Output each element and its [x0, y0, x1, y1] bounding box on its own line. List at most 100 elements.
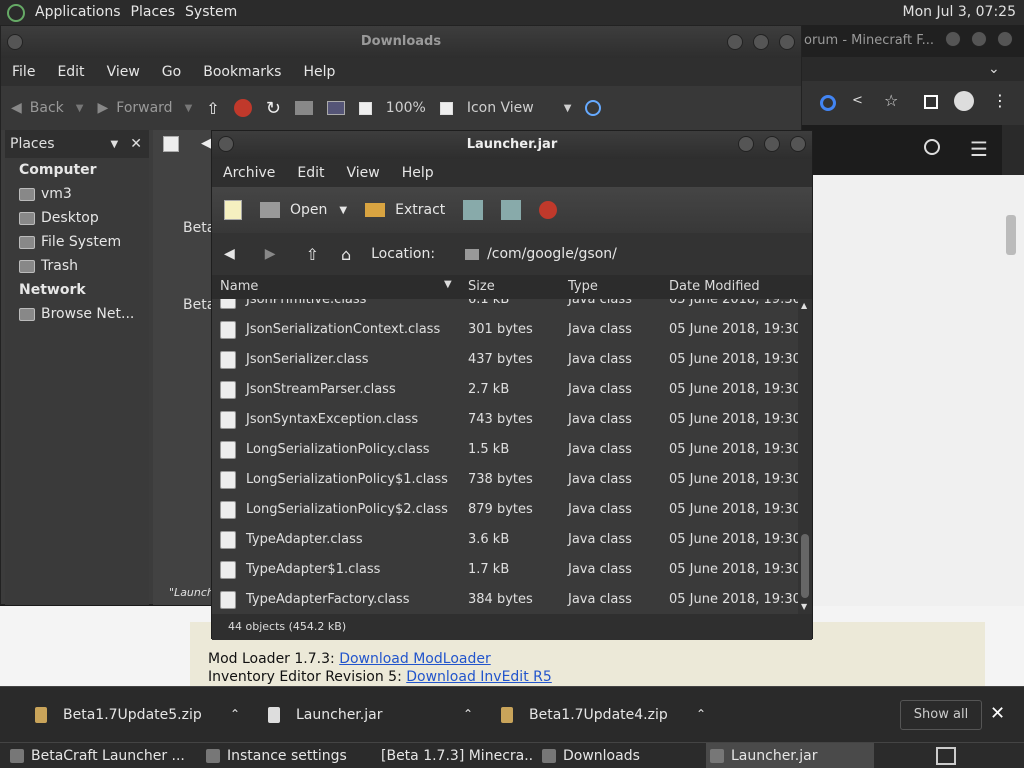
- back-icon[interactable]: ◀: [224, 246, 235, 262]
- task-betacraft-launcher[interactable]: BetaCraft Launcher ...: [10, 743, 200, 768]
- task-instance-settings[interactable]: Instance settings: [206, 743, 366, 768]
- menu-view[interactable]: View: [96, 64, 151, 80]
- column-name[interactable]: Name ▼: [220, 279, 452, 294]
- home-icon[interactable]: ⌂: [341, 245, 351, 264]
- column-size[interactable]: Size: [468, 279, 495, 294]
- download-item[interactable]: Beta1.7Update4.zip ⌃: [501, 687, 706, 743]
- place-browse-network[interactable]: Browse Net...: [5, 302, 149, 326]
- menu-help[interactable]: Help: [391, 165, 445, 181]
- menu-edit[interactable]: Edit: [286, 165, 335, 181]
- page-scrollbar[interactable]: [1006, 215, 1016, 255]
- places-dropdown-icon[interactable]: ▼: [111, 139, 119, 150]
- table-row[interactable]: TypeAdapterFactory.class 384 bytes Java cl…: [212, 585, 801, 614]
- computer-button[interactable]: [326, 101, 345, 115]
- window-menu-icon[interactable]: [218, 136, 234, 152]
- maximize-icon[interactable]: [971, 31, 987, 47]
- open-button[interactable]: Open: [260, 202, 327, 218]
- open-dropdown-button[interactable]: ▼: [339, 205, 347, 216]
- column-date[interactable]: Date Modified: [669, 279, 760, 294]
- window-menu-icon[interactable]: [7, 34, 23, 50]
- clock[interactable]: Mon Jul 3, 07:25: [903, 0, 1016, 25]
- close-icon[interactable]: ✕: [990, 703, 1005, 724]
- place-vm3[interactable]: vm3: [5, 182, 149, 206]
- column-type[interactable]: Type: [568, 279, 598, 294]
- table-row[interactable]: JsonStreamParser.class 2.7 kB Java class 05…: [212, 375, 801, 405]
- chrome-tab-title[interactable]: orum - Minecraft F...: [804, 33, 934, 48]
- chevron-up-icon[interactable]: ⌃: [230, 707, 240, 721]
- close-icon[interactable]: [779, 34, 795, 50]
- chevron-up-icon[interactable]: ⌃: [463, 707, 473, 721]
- close-icon[interactable]: [790, 136, 806, 152]
- place-trash[interactable]: Trash: [5, 254, 149, 278]
- table-row[interactable]: JsonSerializationContext.class 301 bytes J…: [212, 315, 801, 345]
- table-row[interactable]: JsonSerializer.class 437 bytes Java class 0…: [212, 345, 801, 375]
- show-all-button[interactable]: Show all: [900, 700, 982, 730]
- table-row[interactable]: TypeAdapter$1.class 1.7 kB Java class 05 Ju…: [212, 555, 801, 585]
- home-button[interactable]: [294, 101, 313, 115]
- stop-button[interactable]: [539, 201, 558, 219]
- tab-strip-chevron-icon[interactable]: ⌄: [988, 61, 1000, 77]
- zoom-out-button[interactable]: [358, 101, 372, 115]
- table-row[interactable]: JsonSyntaxException.class 743 bytes Java c…: [212, 405, 801, 435]
- table-row[interactable]: LongSerializationPolicy.class 1.5 kB Java …: [212, 435, 801, 465]
- menu-view[interactable]: View: [336, 165, 391, 181]
- close-icon[interactable]: [997, 31, 1013, 47]
- view-mode-select[interactable]: Icon View ▼: [467, 100, 572, 116]
- download-invedit-link[interactable]: Download InvEdit R5: [406, 669, 552, 685]
- zoom-in-button[interactable]: [439, 101, 453, 115]
- extract-button[interactable]: Extract: [365, 202, 445, 218]
- table-row[interactable]: LongSerializationPolicy$2.class 879 bytes…: [212, 495, 801, 525]
- table-row[interactable]: JsonPrimitive.class 6.1 kB Java class 05…: [212, 299, 801, 315]
- menu-file[interactable]: File: [1, 64, 46, 80]
- sidepanel-icon[interactable]: [924, 95, 938, 109]
- file-list-scrollbar[interactable]: ▲ ▼: [798, 299, 812, 614]
- share-icon[interactable]: <: [852, 93, 863, 108]
- search-button[interactable]: [585, 100, 602, 116]
- menu-go[interactable]: Go: [151, 64, 192, 80]
- close-sidebar-icon[interactable]: ✕: [130, 136, 142, 152]
- location-back-arrow-icon[interactable]: ◀: [201, 136, 211, 151]
- minimize-icon[interactable]: [945, 31, 961, 47]
- forward-icon[interactable]: ▶: [265, 246, 276, 262]
- chrome-menu-icon[interactable]: ⋮: [992, 91, 1008, 110]
- maximize-icon[interactable]: [753, 34, 769, 50]
- profile-avatar[interactable]: [954, 91, 974, 111]
- add-folder-button[interactable]: [501, 200, 522, 220]
- menu-bookmarks[interactable]: Bookmarks: [192, 64, 292, 80]
- task-downloads[interactable]: Downloads: [542, 743, 702, 768]
- download-modloader-link[interactable]: Download ModLoader: [339, 651, 491, 667]
- reload-button[interactable]: ↻: [266, 98, 281, 119]
- system-menu[interactable]: System: [185, 0, 247, 25]
- forward-button[interactable]: ▶ Forward ▼: [97, 100, 192, 116]
- up-icon[interactable]: ⇧: [306, 245, 319, 264]
- task-launcher-jar[interactable]: Launcher.jar: [706, 743, 874, 768]
- menu-help[interactable]: Help: [292, 64, 346, 80]
- download-item[interactable]: Beta1.7Update5.zip ⌃: [35, 687, 240, 743]
- maximize-icon[interactable]: [764, 136, 780, 152]
- menu-edit[interactable]: Edit: [46, 64, 95, 80]
- task-chrome-minecraft[interactable]: [Beta 1.7.3] Minecra...: [374, 743, 534, 768]
- launcher-titlebar[interactable]: Launcher.jar: [212, 131, 812, 159]
- new-archive-button[interactable]: [224, 200, 242, 220]
- places-menu[interactable]: Places: [131, 0, 186, 25]
- location-path[interactable]: /com/google/gson/: [487, 246, 617, 262]
- place-desktop[interactable]: Desktop: [5, 206, 149, 230]
- table-row[interactable]: TypeAdapter.class 3.6 kB Java class 05 June…: [212, 525, 801, 555]
- place-file-system[interactable]: File System: [5, 230, 149, 254]
- minimize-icon[interactable]: [738, 136, 754, 152]
- scroll-up-icon[interactable]: ▲: [801, 301, 807, 310]
- add-files-button[interactable]: [463, 200, 484, 220]
- location-pencil-icon[interactable]: [163, 136, 179, 152]
- downloads-titlebar[interactable]: Downloads: [1, 26, 801, 58]
- up-button[interactable]: ⇧: [206, 99, 219, 118]
- bookmark-star-icon[interactable]: ☆: [884, 91, 898, 110]
- download-item[interactable]: Launcher.jar ⌃: [268, 687, 473, 743]
- back-button[interactable]: ◀ Back ▼: [11, 100, 83, 116]
- stop-button[interactable]: [233, 99, 252, 117]
- search-icon[interactable]: [924, 139, 940, 155]
- applications-menu[interactable]: Applications: [25, 0, 131, 25]
- google-icon[interactable]: [820, 95, 836, 111]
- scrollbar-thumb[interactable]: [801, 534, 809, 598]
- menu-archive[interactable]: Archive: [212, 165, 286, 181]
- places-header[interactable]: Places ▼ ✕: [5, 130, 149, 158]
